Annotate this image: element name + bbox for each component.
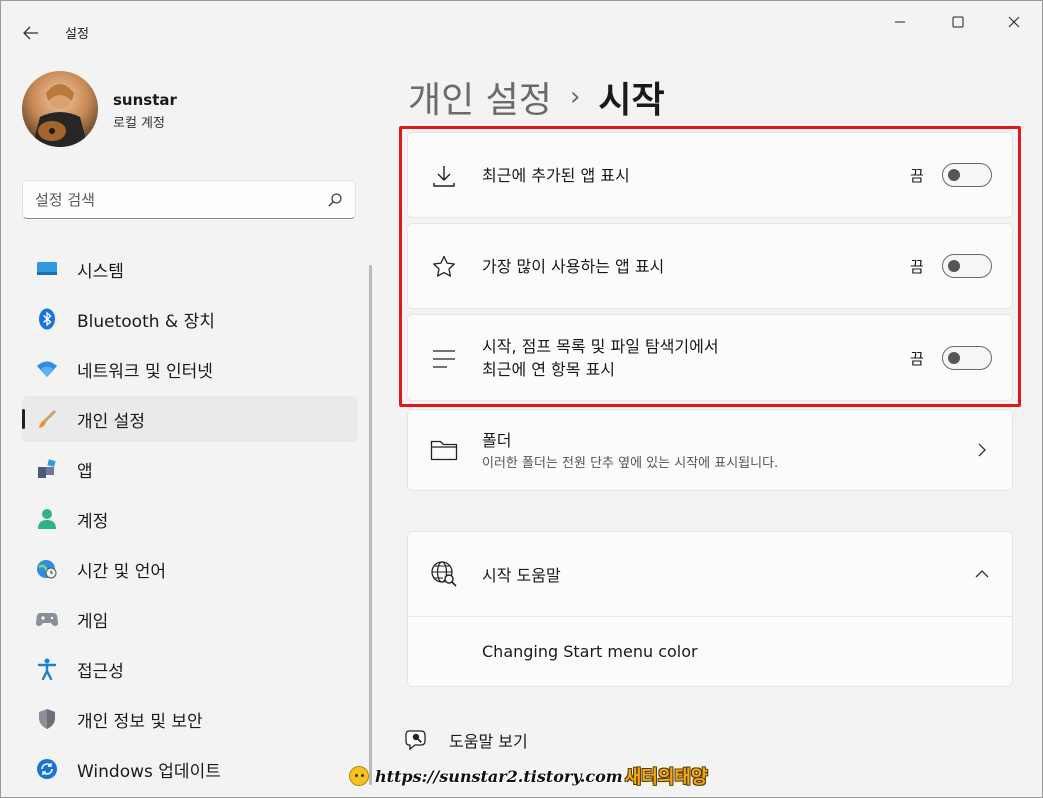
sidebar-item-label: 계정 bbox=[77, 511, 109, 532]
sidebar-item-accounts[interactable]: 계정 bbox=[22, 496, 358, 542]
list-icon bbox=[430, 345, 458, 373]
close-button[interactable] bbox=[991, 7, 1037, 37]
help-header[interactable]: 시작 도움말 bbox=[408, 532, 1012, 616]
person-icon bbox=[36, 508, 58, 530]
blog-watermark: https://sunstar2.tistory.com 새터의태양 bbox=[349, 761, 708, 791]
paintbrush-icon bbox=[36, 408, 58, 430]
folder-icon bbox=[430, 436, 458, 464]
setting-label-line-1: 시작, 점프 목록 및 파일 탐색기에서 bbox=[482, 337, 719, 356]
gamepad-icon bbox=[36, 608, 58, 630]
wifi-icon bbox=[36, 358, 58, 380]
sidebar-item-label: 개인 정보 및 보안 bbox=[77, 711, 203, 732]
settings-window: 설정 sunstar 로컬 계정 시스템 bbox=[0, 0, 1043, 798]
watermark-name: 새터의태양 bbox=[624, 767, 708, 788]
sidebar-item-label: 시간 및 언어 bbox=[77, 561, 167, 582]
breadcrumb-parent[interactable]: 개인 설정 bbox=[408, 71, 552, 123]
most-used-apps-toggle[interactable] bbox=[942, 254, 992, 278]
bluetooth-icon bbox=[36, 308, 58, 330]
chevron-right-icon bbox=[978, 443, 986, 457]
help-title: 시작 도움말 bbox=[482, 566, 561, 585]
chevron-up-icon bbox=[975, 570, 989, 578]
sidebar-item-personalization[interactable]: 개인 설정 bbox=[22, 396, 358, 442]
setting-label: 최근에 추가된 앱 표시 bbox=[482, 166, 630, 185]
sidebar-item-accessibility[interactable]: 접근성 bbox=[22, 646, 358, 692]
sidebar-item-windows-update[interactable]: Windows 업데이트 bbox=[22, 746, 358, 792]
search-icon[interactable] bbox=[327, 192, 343, 208]
account-type: 로컬 계정 bbox=[113, 116, 165, 131]
folders-title: 폴더 bbox=[482, 431, 512, 450]
sidebar-item-system[interactable]: 시스템 bbox=[22, 246, 358, 292]
apps-icon bbox=[36, 458, 58, 480]
sidebar-item-gaming[interactable]: 게임 bbox=[22, 596, 358, 642]
sidebar-item-label: 시스템 bbox=[77, 261, 124, 282]
setting-most-used-apps: 가장 많이 사용하는 앱 표시 끔 bbox=[407, 223, 1013, 309]
sidebar-item-label: 접근성 bbox=[77, 661, 124, 682]
monitor-icon bbox=[36, 258, 58, 280]
help-section: 시작 도움말 Changing Start menu color bbox=[407, 531, 1013, 687]
star-icon bbox=[430, 253, 458, 281]
sidebar-item-label: 앱 bbox=[77, 461, 93, 482]
emoji-face-icon bbox=[349, 766, 369, 786]
maximize-icon bbox=[952, 16, 964, 28]
sidebar-item-bluetooth[interactable]: Bluetooth & 장치 bbox=[22, 296, 358, 342]
setting-recent-items: 시작, 점프 목록 및 파일 탐색기에서 최근에 연 항목 표시 끔 bbox=[407, 314, 1013, 401]
sidebar-item-apps[interactable]: 앱 bbox=[22, 446, 358, 492]
help-chat-icon bbox=[405, 730, 426, 751]
folders-subtitle: 이러한 폴더는 전원 단추 옆에 있는 시작에 표시됩니다. bbox=[482, 456, 779, 471]
sidebar-nav: 시스템 Bluetooth & 장치 네트워크 및 인터넷 개인 설정 앱 계정… bbox=[22, 246, 358, 796]
sidebar-item-network[interactable]: 네트워크 및 인터넷 bbox=[22, 346, 358, 392]
breadcrumb-separator: › bbox=[569, 82, 581, 112]
setting-recent-apps: 최근에 추가된 앱 표시 끔 bbox=[407, 132, 1013, 218]
get-help-label: 도움말 보기 bbox=[449, 732, 528, 751]
close-icon bbox=[1008, 16, 1020, 28]
toggle-state-label: 끔 bbox=[910, 167, 924, 185]
setting-label-line-2: 최근에 연 항목 표시 bbox=[482, 360, 616, 379]
globe-search-icon bbox=[430, 560, 458, 588]
help-link[interactable]: Changing Start menu color bbox=[482, 642, 698, 661]
page-title: 시작 bbox=[598, 80, 665, 121]
maximize-button[interactable] bbox=[935, 7, 981, 37]
sidebar-item-privacy[interactable]: 개인 정보 및 보안 bbox=[22, 696, 358, 742]
shield-icon bbox=[36, 708, 58, 730]
search-box[interactable] bbox=[22, 180, 356, 219]
setting-label: 가장 많이 사용하는 앱 표시 bbox=[482, 257, 665, 276]
update-icon bbox=[36, 758, 58, 780]
sidebar-item-label: 네트워크 및 인터넷 bbox=[77, 361, 213, 382]
minimize-button[interactable] bbox=[877, 7, 923, 37]
watermark-url: https://sunstar2.tistory.com bbox=[375, 766, 623, 786]
recent-items-toggle[interactable] bbox=[942, 346, 992, 370]
avatar-image bbox=[32, 84, 88, 147]
avatar[interactable] bbox=[22, 71, 98, 147]
toggle-state-label: 끔 bbox=[910, 258, 924, 276]
sidebar-scrollbar[interactable] bbox=[369, 265, 372, 785]
sidebar-item-time-language[interactable]: 시간 및 언어 bbox=[22, 546, 358, 592]
back-arrow-icon bbox=[23, 26, 38, 40]
sidebar-item-label: Bluetooth & 장치 bbox=[77, 311, 215, 332]
globe-clock-icon bbox=[36, 558, 58, 580]
app-title: 설정 bbox=[65, 27, 89, 42]
divider bbox=[408, 616, 1012, 617]
recent-apps-toggle[interactable] bbox=[942, 163, 992, 187]
sidebar-item-label: Windows 업데이트 bbox=[77, 761, 221, 782]
breadcrumb: 개인 설정 › 시작 bbox=[408, 71, 665, 123]
download-icon bbox=[430, 162, 458, 190]
accessibility-icon bbox=[36, 658, 58, 680]
user-name: sunstar bbox=[113, 91, 177, 109]
minimize-icon bbox=[895, 21, 905, 23]
setting-folders[interactable]: 폴더 이러한 폴더는 전원 단추 옆에 있는 시작에 표시됩니다. bbox=[407, 409, 1013, 491]
title-bar: 설정 bbox=[1, 1, 1042, 63]
sidebar-item-label: 게임 bbox=[77, 611, 109, 632]
get-help-link[interactable]: 도움말 보기 bbox=[405, 727, 528, 753]
back-button[interactable] bbox=[15, 17, 47, 49]
toggle-state-label: 끔 bbox=[910, 350, 924, 368]
setting-label: 시작, 점프 목록 및 파일 탐색기에서 최근에 연 항목 표시 bbox=[482, 335, 719, 381]
search-input[interactable] bbox=[35, 181, 315, 218]
sidebar-item-label: 개인 설정 bbox=[77, 411, 145, 432]
